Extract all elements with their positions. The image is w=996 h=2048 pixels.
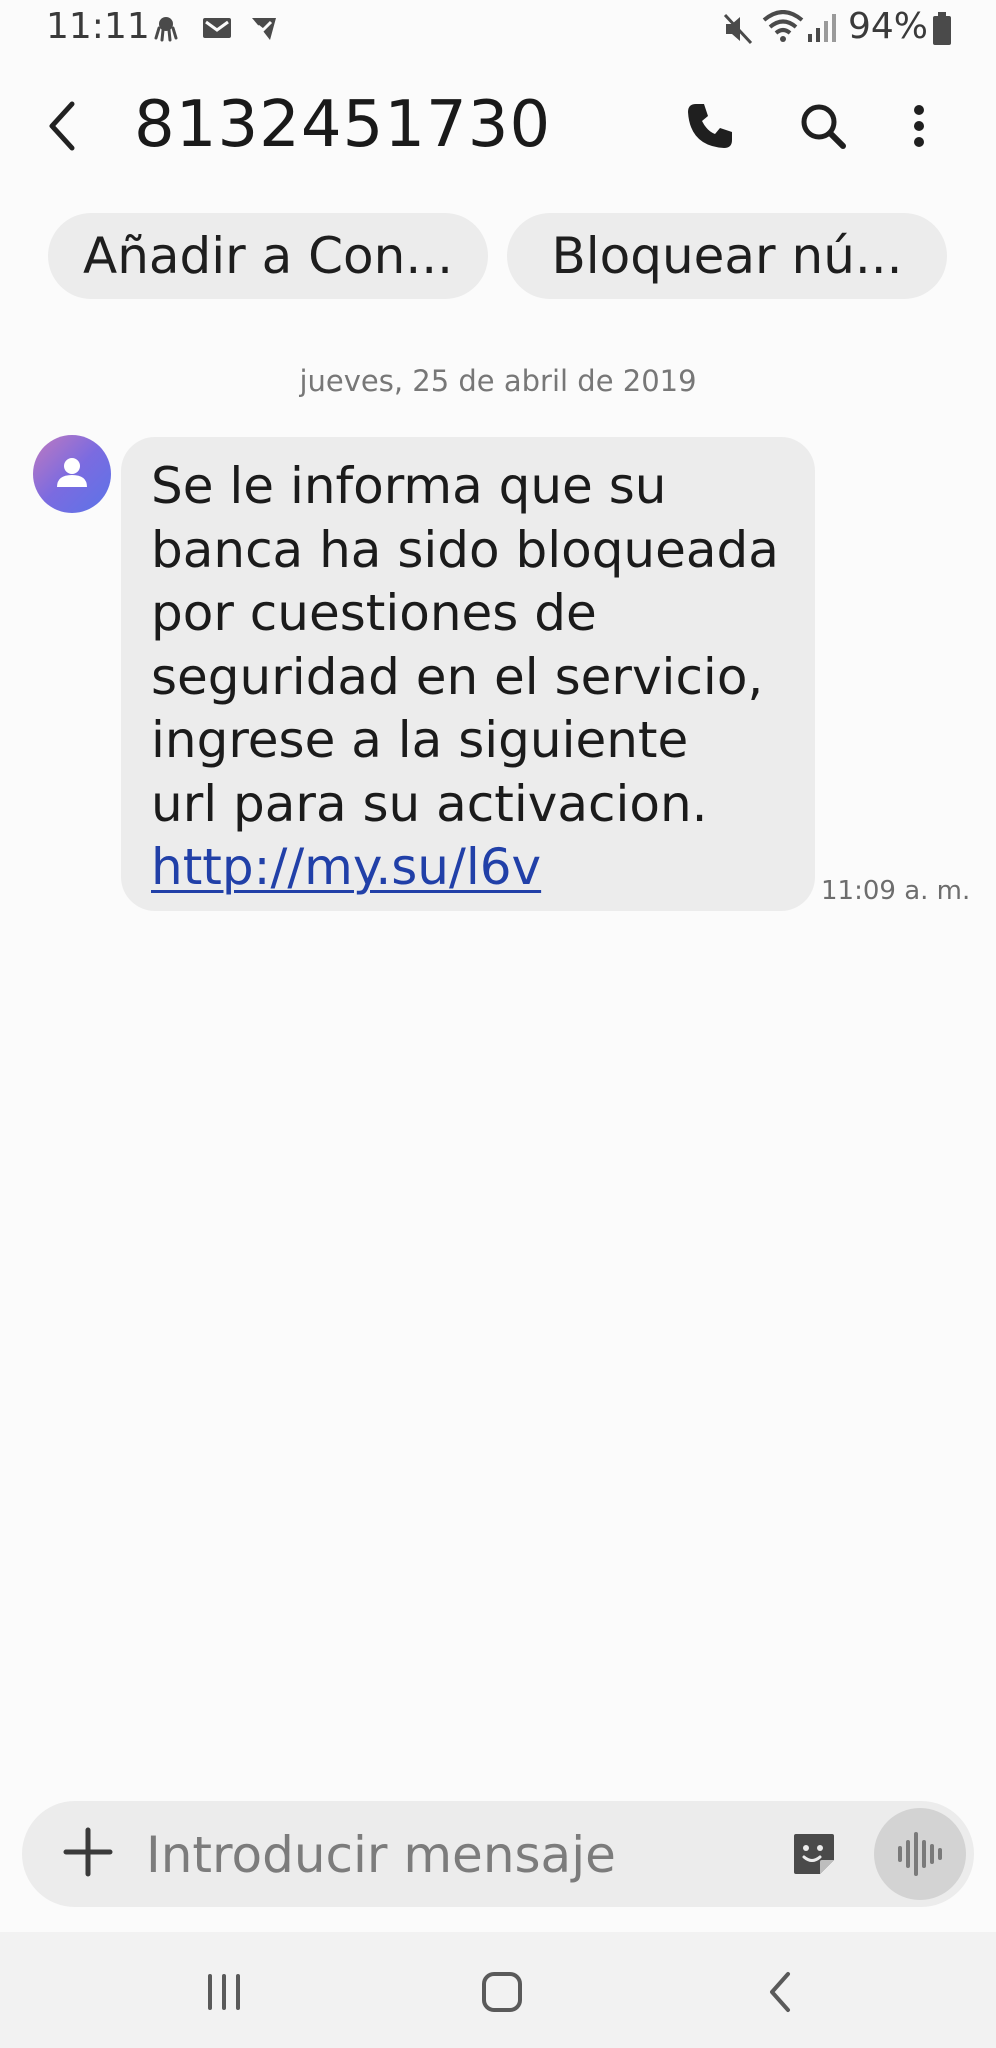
attach-button[interactable] — [62, 1826, 114, 1878]
message-bubble[interactable]: Se le informa que su banca ha sido bloqu… — [121, 437, 815, 911]
message-text-line: banca ha sido bloqueada — [151, 520, 779, 579]
avatar[interactable] — [33, 435, 111, 513]
sticker-icon — [794, 1834, 834, 1874]
voice-record-button[interactable] — [874, 1808, 966, 1900]
mute-icon — [722, 12, 754, 46]
nav-back-icon — [770, 1972, 790, 2012]
message-text-line: seguridad en el servicio, — [151, 647, 764, 706]
home-button[interactable] — [478, 1968, 526, 2016]
send-check-icon — [250, 14, 278, 42]
recent-apps-icon — [208, 1974, 240, 2010]
message-timestamp: 11:09 a. m. — [821, 876, 971, 906]
status-bar: 11:11 94% — [0, 0, 996, 60]
conversation-title: 8132451730 — [134, 88, 552, 162]
block-number-button[interactable]: Bloquear nú... — [507, 213, 947, 299]
add-to-contacts-button[interactable]: Añadir a Con... — [48, 213, 488, 299]
date-separator: jueves, 25 de abril de 2019 — [299, 364, 697, 398]
wifi-icon — [762, 10, 804, 44]
back-button[interactable] — [40, 96, 90, 156]
recent-apps-button[interactable] — [200, 1968, 248, 2016]
battery-percent: 94% — [848, 6, 929, 47]
home-icon — [482, 1972, 522, 2012]
person-icon — [57, 458, 87, 487]
search-icon — [801, 104, 846, 149]
message-text-line: por cuestiones de — [151, 584, 597, 642]
message-text-line: ingrese a la siguiente — [151, 711, 689, 769]
message-text-line: url para su activacion. — [151, 774, 708, 833]
battery-icon — [932, 12, 952, 46]
call-button[interactable] — [682, 98, 738, 154]
message-link[interactable]: http://my.su/l6v — [151, 836, 541, 900]
sticker-button[interactable] — [790, 1830, 838, 1878]
octopus-icon — [152, 14, 180, 42]
status-time: 11:11 — [46, 6, 150, 47]
more-options-button[interactable] — [891, 98, 947, 154]
gmail-icon — [202, 14, 231, 42]
back-arrow-icon — [49, 101, 75, 151]
search-button[interactable] — [795, 98, 851, 154]
signal-icon — [806, 12, 838, 44]
message-input[interactable] — [146, 1818, 766, 1892]
message-text-line: Se le informa que su — [151, 457, 667, 515]
phone-icon — [688, 104, 732, 148]
plus-icon — [63, 1827, 113, 1877]
more-options-icon — [914, 105, 924, 147]
voice-icon — [898, 1832, 942, 1876]
nav-back-button[interactable] — [758, 1968, 806, 2016]
